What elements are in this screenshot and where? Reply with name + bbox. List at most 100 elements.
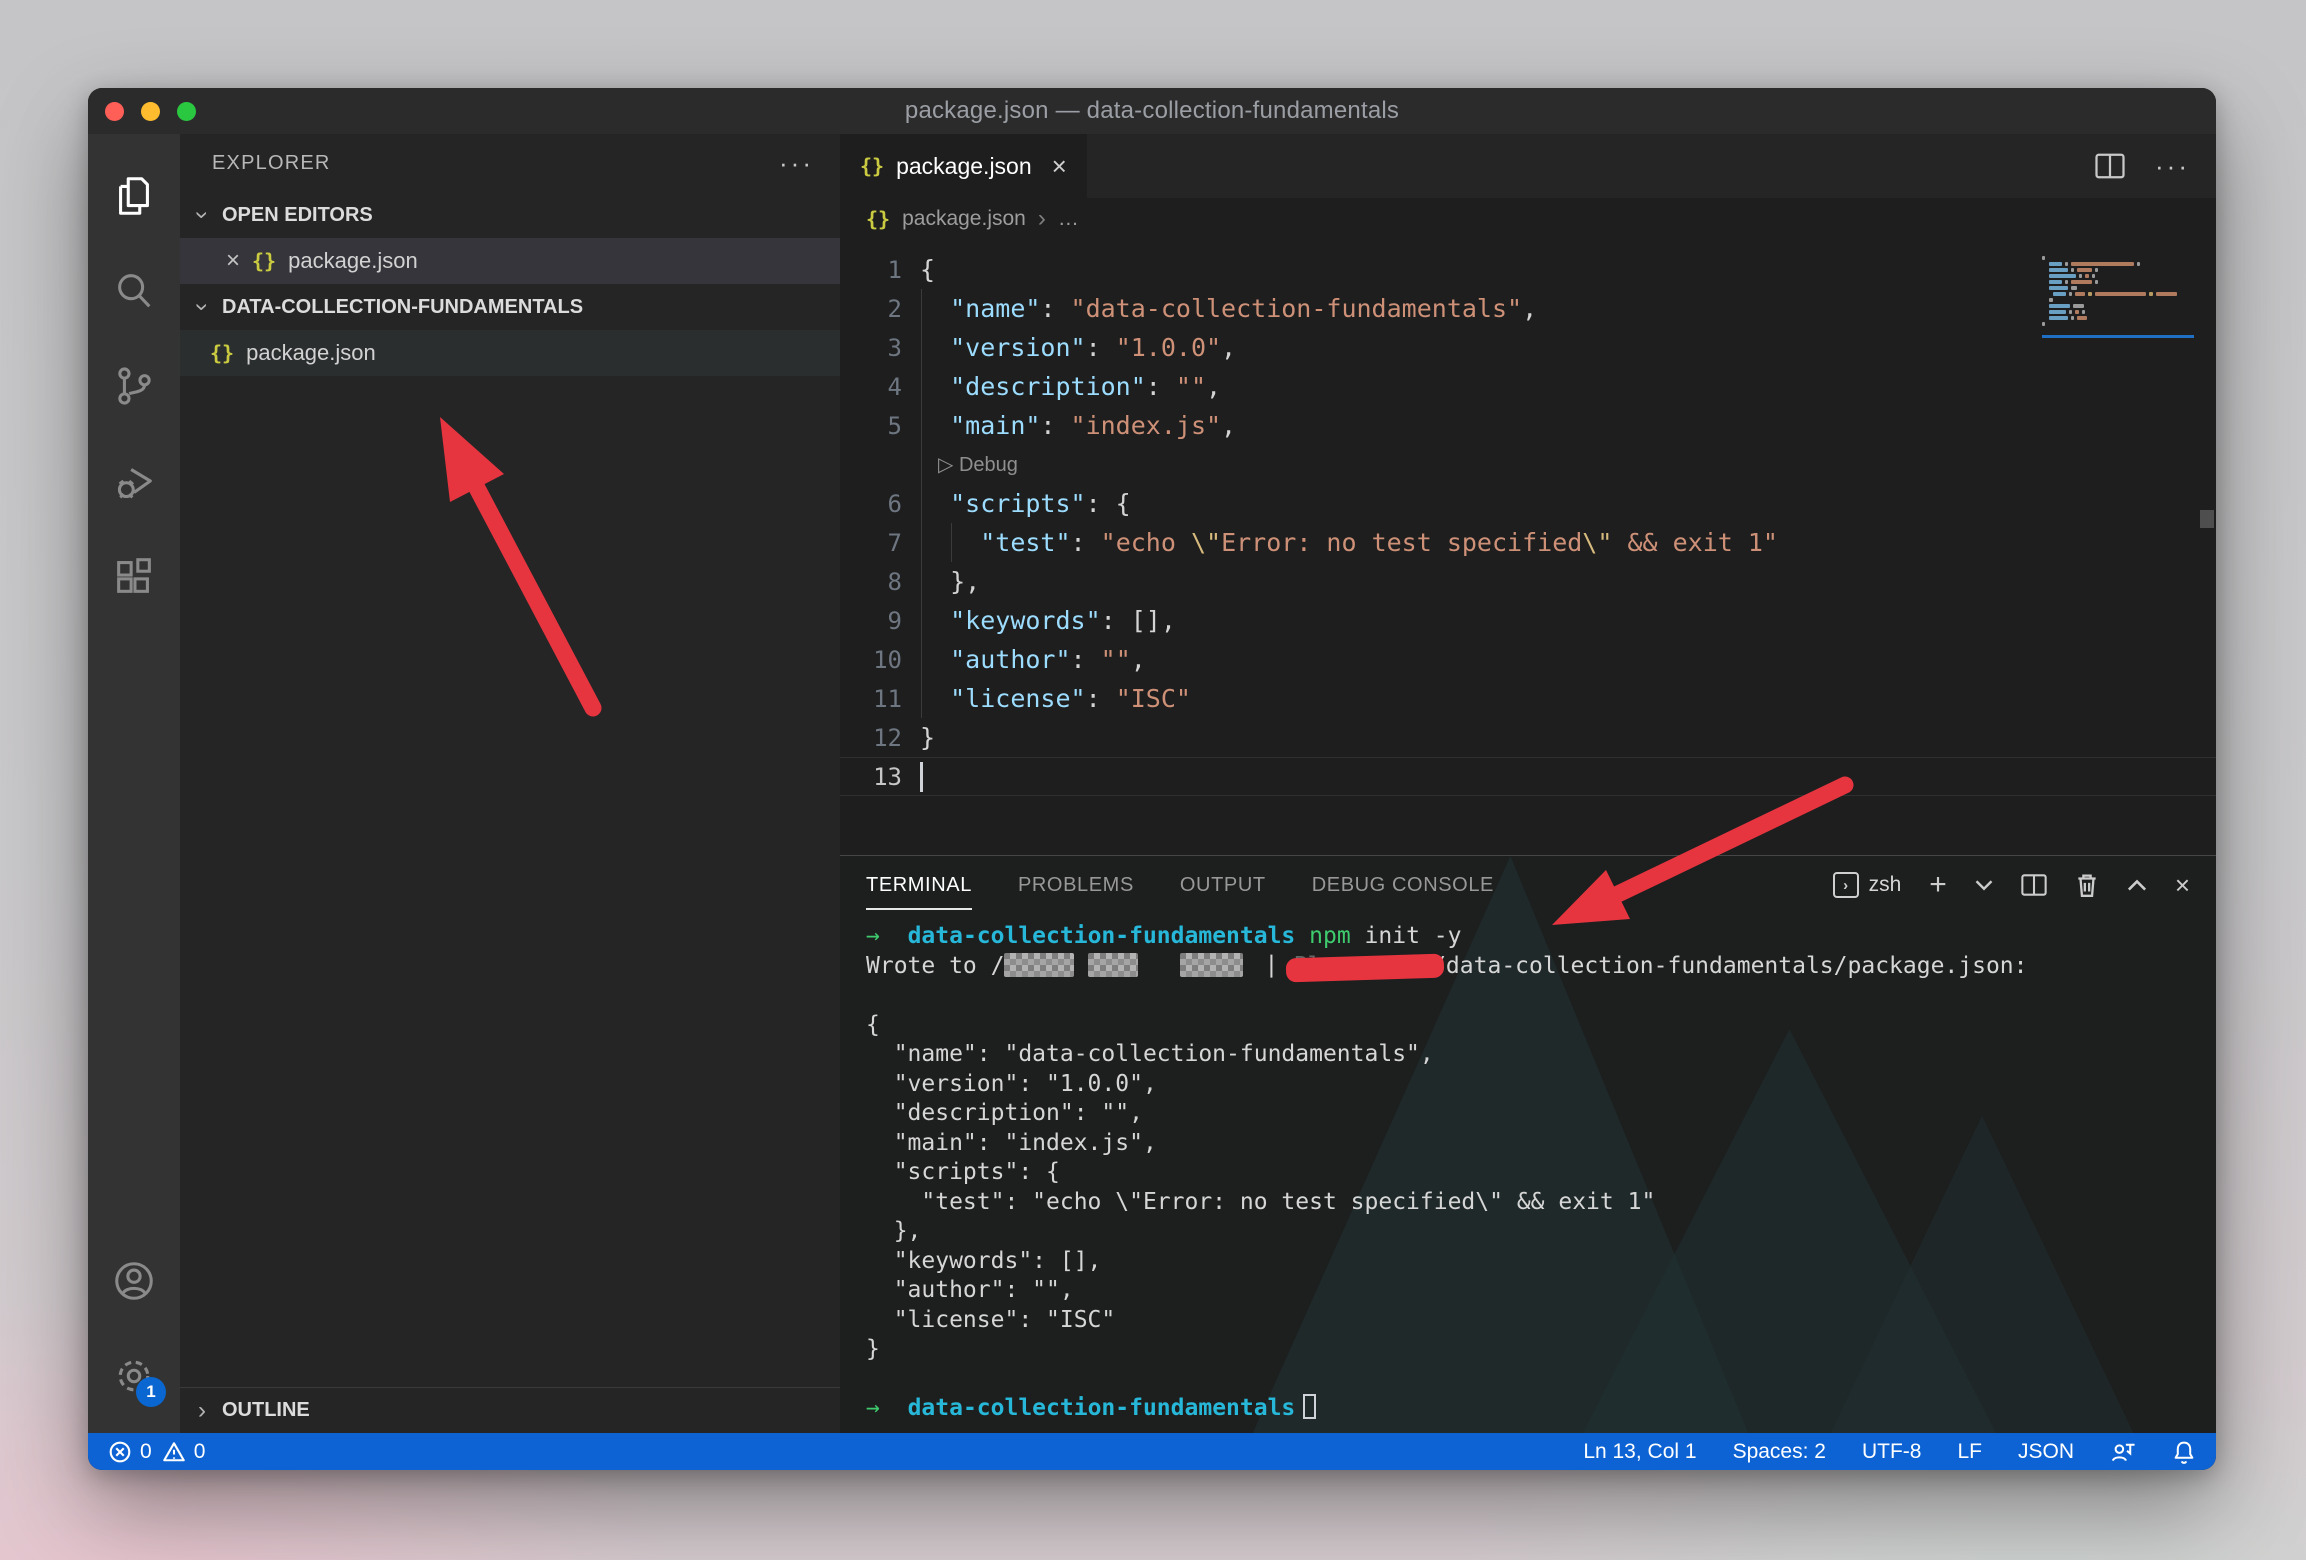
line-number: 12 [840,724,902,752]
split-editor-icon[interactable] [2095,153,2125,179]
line-number: 9 [840,607,902,635]
terminal-output[interactable]: → data-collection-fundamentals npm init … [840,914,2216,1424]
eol-sequence[interactable]: LF [1957,1440,1982,1464]
text-cursor [920,762,923,792]
code-line: 6 "scripts": { [840,484,2216,523]
maximize-window-button[interactable] [177,102,196,121]
extensions-icon[interactable] [88,528,180,623]
split-terminal-icon[interactable] [2021,874,2047,896]
code-line: 4 "description": "", [840,367,2216,406]
redaction-mosaic [1004,953,1074,977]
json-file-icon: {} [252,249,276,273]
terminal-line: "test": "echo \"Error: no test specified… [866,1188,2216,1218]
tab-terminal[interactable]: TERMINAL [866,856,972,914]
close-window-button[interactable] [105,102,124,121]
line-number: 10 [840,646,902,674]
minimap-current-line [2042,335,2194,338]
indent-guide [921,289,922,718]
breadcrumb-file[interactable]: package.json [902,207,1026,231]
shell-label: zsh [1869,873,1902,897]
line-number: 2 [840,295,902,323]
chevron-up-icon[interactable] [2127,879,2147,892]
open-editor-package-json[interactable]: × {} package.json [180,238,840,284]
codelens-debug[interactable]: ▷ Debug [840,445,2216,484]
source-control-icon[interactable] [88,338,180,433]
chevron-down-icon[interactable] [1975,879,1993,891]
terminal-line: "description": "", [866,1099,2216,1129]
activity-bar: 1 [88,134,180,1433]
code-line: 3 "version": "1.0.0", [840,328,2216,367]
editor-more-actions-icon[interactable]: ··· [2155,161,2190,171]
chevron-down-icon: › [188,205,216,225]
tab-output[interactable]: OUTPUT [1180,856,1266,914]
tab-debug-console[interactable]: DEBUG CONSOLE [1312,856,1494,914]
scrollbar-thumb[interactable] [2200,510,2214,528]
new-terminal-icon[interactable]: + [1929,868,1947,902]
terminal-line: { [866,1011,2216,1041]
redaction-mosaic [1088,953,1138,977]
run-debug-icon[interactable] [88,433,180,528]
json-file-icon: {} [866,207,890,231]
chevron-right-icon: › [1038,205,1046,233]
code-line: 10 "author": "", [840,640,2216,679]
breadcrumb-more[interactable]: … [1058,207,1079,231]
terminal-line: → data-collection-fundamentals [866,1394,2216,1424]
warnings-indicator[interactable]: 0 [162,1440,206,1464]
explorer-more-actions-icon[interactable]: ··· [779,158,814,168]
settings-badge: 1 [136,1377,166,1407]
line-number: 7 [840,529,902,557]
cursor-position[interactable]: Ln 13, Col 1 [1583,1440,1696,1464]
code-line: 1{ [840,250,2216,289]
folder-section[interactable]: › DATA-COLLECTION-FUNDAMENTALS [180,284,840,330]
redaction-mosaic [1180,953,1243,977]
open-editors-section[interactable]: › OPEN EDITORS [180,192,840,238]
line-number: 6 [840,490,902,518]
indentation[interactable]: Spaces: 2 [1733,1440,1826,1464]
close-tab-icon[interactable]: × [1052,151,1067,182]
terminal-line: "license": "ISC" [866,1306,2216,1336]
file-label: package.json [246,340,376,366]
bell-icon[interactable] [2172,1439,2196,1465]
account-icon[interactable] [88,1233,180,1328]
line-number: 1 [840,256,902,284]
settings-gear-icon[interactable]: 1 [88,1328,180,1423]
chevron-right-icon: › [192,1397,212,1425]
language-mode[interactable]: JSON [2018,1440,2074,1464]
code-lines: 1{2 "name": "data-collection-fundamental… [840,250,2216,796]
minimize-window-button[interactable] [141,102,160,121]
terminal-line: "scripts": { [866,1158,2216,1188]
outline-section[interactable]: › OUTLINE [180,1387,840,1433]
search-icon[interactable] [88,243,180,338]
close-editor-icon[interactable]: × [226,247,240,275]
vscode-window: package.json — data-collection-fundament… [88,88,2216,1470]
breadcrumb[interactable]: {} package.json › … [840,198,2216,240]
terminal-line: "author": "", [866,1276,2216,1306]
code-line: 5 "main": "index.js", [840,406,2216,445]
terminal-cursor [1303,1394,1316,1419]
explorer-icon[interactable] [88,148,180,243]
close-panel-icon[interactable]: × [2175,870,2190,901]
window-title: package.json — data-collection-fundament… [905,97,1399,125]
errors-indicator[interactable]: 0 [108,1440,152,1464]
file-label: package.json [288,248,418,274]
line-number: 4 [840,373,902,401]
redaction-red-bar: Playground [1294,952,1432,982]
shell-selector[interactable]: › zsh [1833,872,1902,898]
title-bar[interactable]: package.json — data-collection-fundament… [88,88,2216,134]
code-line: 9 "keywords": [], [840,601,2216,640]
line-number: 13 [840,763,902,791]
tree-item-package-json[interactable]: {} package.json [180,330,840,376]
tab-problems[interactable]: PROBLEMS [1018,856,1134,914]
terminal-line: "keywords": [], [866,1247,2216,1277]
code-editor[interactable]: 1{2 "name": "data-collection-fundamental… [840,240,2216,855]
trash-icon[interactable] [2075,872,2099,898]
tab-package-json[interactable]: {} package.json × [840,134,1087,198]
terminal-panel: TERMINAL PROBLEMS OUTPUT DEBUG CONSOLE ›… [840,855,2216,1433]
encoding[interactable]: UTF-8 [1862,1440,1922,1464]
minimap[interactable] [2042,256,2194,338]
line-number: 3 [840,334,902,362]
code-line: 11 "license": "ISC" [840,679,2216,718]
feedback-icon[interactable] [2110,1439,2136,1465]
line-number: 5 [840,412,902,440]
terminal-line [866,1365,2216,1395]
